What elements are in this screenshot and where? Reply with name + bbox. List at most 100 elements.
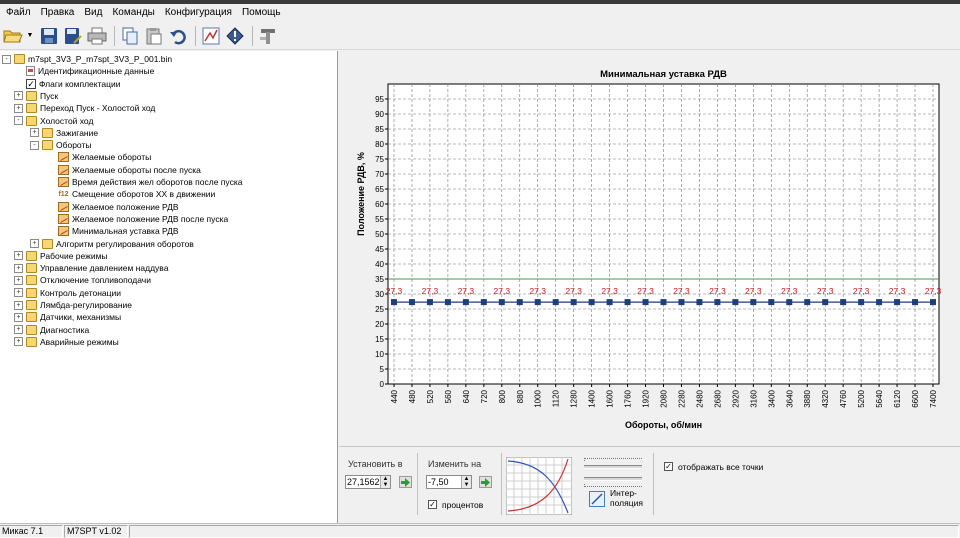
tree-item[interactable]: Желаемые обороты после пуска [46, 164, 201, 176]
tree-item[interactable]: Минимальная уставка РДВ [46, 225, 179, 237]
tree-item[interactable]: + Пуск [14, 90, 58, 102]
chart[interactable]: 0 5 10 15 20 25 30 35 40 45 50 55 60 65 70 75 80 85 90 95 44… [342, 54, 958, 446]
data-point[interactable] [624, 299, 631, 306]
save-as-icon[interactable] [62, 25, 84, 47]
data-point[interactable] [894, 299, 901, 306]
data-point[interactable] [822, 299, 829, 306]
tree-item[interactable]: + Контроль детонации [14, 287, 121, 299]
smoothing-slider-1[interactable] [584, 465, 642, 469]
tree-item[interactable]: + Диагностика [14, 324, 89, 336]
data-point[interactable] [570, 299, 577, 306]
data-point[interactable] [876, 299, 883, 306]
tree-item[interactable]: + Датчики, механизмы [14, 311, 121, 323]
show-all-points-checkbox[interactable]: ✓ [664, 462, 673, 471]
menu-file[interactable]: Файл [1, 4, 36, 21]
tree-item[interactable]: Желаемые обороты [46, 151, 151, 163]
open-folder-icon[interactable] [2, 25, 24, 47]
tree-item[interactable]: Идентификационные данные [14, 65, 154, 77]
tree-item[interactable]: + Переход Пуск - Холостой ход [14, 102, 155, 114]
data-point[interactable] [768, 299, 775, 306]
expand-icon[interactable]: + [14, 103, 23, 113]
data-point[interactable] [498, 299, 505, 306]
spin-arrows-icon[interactable]: ▲ ▼ [380, 476, 390, 488]
data-point[interactable] [930, 299, 936, 306]
expand-icon[interactable]: + [14, 263, 23, 273]
apply-set-button[interactable] [399, 476, 412, 488]
data-point[interactable] [912, 299, 919, 306]
expand-icon[interactable]: + [14, 251, 23, 261]
collapse-icon[interactable]: - [30, 140, 39, 150]
expand-icon[interactable]: + [14, 300, 23, 310]
expand-icon[interactable]: + [14, 325, 23, 335]
apply-change-button[interactable] [479, 476, 492, 488]
data-point[interactable] [858, 299, 865, 306]
expand-icon[interactable]: + [14, 275, 23, 285]
copy-icon[interactable] [119, 25, 141, 47]
data-point[interactable] [534, 299, 541, 306]
expand-icon[interactable]: + [14, 312, 23, 322]
data-point[interactable] [786, 299, 793, 306]
curve-preview-icon[interactable] [506, 457, 572, 515]
data-point[interactable] [552, 299, 559, 306]
expand-icon[interactable]: + [14, 288, 23, 298]
tree-item[interactable]: ✓ Флаги комплектации [14, 78, 120, 90]
data-point[interactable] [732, 299, 739, 306]
print-icon[interactable] [86, 25, 108, 47]
tree-item[interactable]: + Лямбда-регулирование [14, 299, 132, 311]
data-point[interactable] [408, 299, 415, 306]
parameter-tree[interactable]: - m7spt_3V3_P_m7spt_3V3_P_001.bin Идентифи… [0, 51, 338, 523]
interpolation-button[interactable] [589, 491, 605, 507]
change-value-input[interactable]: -7,50 ▲ ▼ [426, 475, 472, 489]
collapse-icon[interactable]: - [2, 54, 11, 64]
data-point[interactable] [642, 299, 649, 306]
data-point[interactable] [696, 299, 703, 306]
tree-item[interactable]: - Холостой ход [14, 115, 93, 127]
tree-item[interactable]: Желаемое положение РДВ после пуска [46, 213, 228, 225]
tree-item[interactable]: + Аварийные режимы [14, 336, 119, 348]
tree-item[interactable]: - Обороты [30, 139, 91, 151]
menu-view[interactable]: Вид [79, 4, 107, 21]
tree-item[interactable]: Желаемое положение РДВ [46, 201, 179, 213]
open-dropdown-icon[interactable]: ▼ [26, 25, 34, 47]
smoothing-slider-2[interactable] [584, 477, 642, 481]
undo-icon[interactable] [167, 25, 189, 47]
data-point[interactable] [750, 299, 757, 306]
paste-icon[interactable] [143, 25, 165, 47]
data-point[interactable] [480, 299, 487, 306]
tree-item[interactable]: f12 Смещение оборотов ХХ в движении [46, 188, 215, 200]
info-icon[interactable] [224, 25, 246, 47]
percent-checkbox[interactable]: ✓ [428, 500, 437, 509]
expand-icon[interactable]: + [30, 128, 39, 138]
tree-item[interactable]: + Рабочие режимы [14, 250, 108, 262]
data-point[interactable] [391, 299, 397, 306]
data-point[interactable] [714, 299, 721, 306]
menu-commands[interactable]: Команды [107, 4, 159, 21]
tree-item[interactable]: + Отключение топливоподачи [14, 274, 151, 286]
tree-item[interactable]: - m7spt_3V3_P_m7spt_3V3_P_001.bin [2, 53, 172, 65]
tree-item[interactable]: Время действия жел оборотов после пуска [46, 176, 242, 188]
tree-item[interactable]: + Управление давлением наддува [14, 262, 168, 274]
expand-icon[interactable]: + [14, 337, 23, 347]
expand-icon[interactable]: + [14, 91, 23, 101]
data-point[interactable] [462, 299, 469, 306]
data-point[interactable] [804, 299, 811, 306]
chart-svg[interactable]: 0 5 10 15 20 25 30 35 40 45 50 55 60 65 70 75 80 85 90 95 44… [342, 54, 958, 446]
data-point[interactable] [516, 299, 523, 306]
collapse-icon[interactable]: - [14, 116, 23, 125]
data-point[interactable] [588, 299, 595, 306]
data-point[interactable] [840, 299, 847, 306]
tools-icon[interactable] [257, 25, 279, 47]
chart-icon[interactable] [200, 25, 222, 47]
spin-arrows-icon[interactable]: ▲ ▼ [461, 476, 471, 488]
menu-edit[interactable]: Правка [36, 4, 80, 21]
save-icon[interactable] [38, 25, 60, 47]
data-point[interactable] [678, 299, 685, 306]
tree-item[interactable]: + Зажигание [30, 127, 98, 139]
data-point[interactable] [444, 299, 451, 306]
menu-configuration[interactable]: Конфигурация [160, 4, 237, 21]
expand-icon[interactable]: + [30, 239, 39, 248]
data-point[interactable] [660, 299, 667, 306]
set-value-input[interactable]: 27,1562 ▲ ▼ [345, 475, 391, 489]
data-point[interactable] [426, 299, 433, 306]
tree-item[interactable]: + Алгоритм регулирования оборотов [30, 238, 194, 250]
